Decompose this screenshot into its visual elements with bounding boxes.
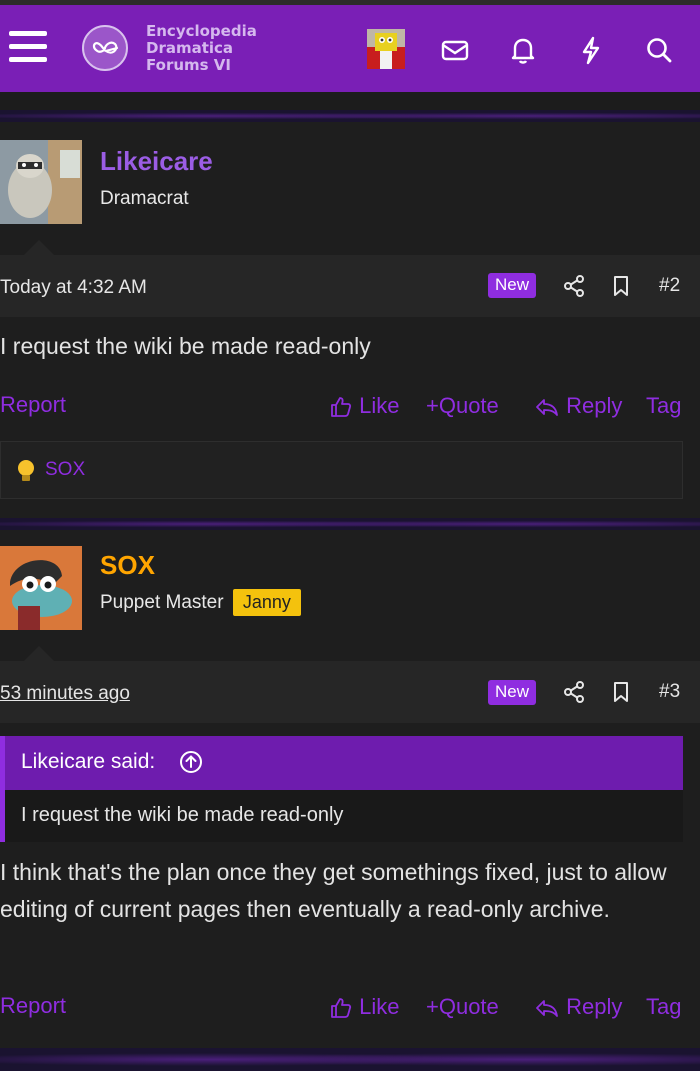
post-meta: Today at 4:32 AM New #2 xyxy=(0,255,700,317)
site-logo-text[interactable]: Encyclopedia Dramatica Forums VI xyxy=(146,23,257,74)
reply-arrow-icon xyxy=(536,399,558,417)
post-timestamp[interactable]: 53 minutes ago xyxy=(0,683,130,705)
post-2: Likeicare Dramacrat Today at 4:32 AM New… xyxy=(0,122,700,518)
post-number[interactable]: #3 xyxy=(659,681,680,703)
menu-icon[interactable] xyxy=(9,31,47,65)
tag-button[interactable]: Tag xyxy=(646,994,681,1020)
reply-label: Reply xyxy=(566,393,623,418)
quote-button[interactable]: +Quote xyxy=(426,994,499,1020)
tag-button[interactable]: Tag xyxy=(646,393,681,419)
bookmark-icon[interactable] xyxy=(612,681,630,708)
user-title-row: Puppet Master Janny xyxy=(100,589,301,616)
like-button[interactable]: Like xyxy=(329,994,399,1020)
logo-line: Forums VI xyxy=(146,56,231,74)
site-logo-icon[interactable] xyxy=(82,25,128,71)
share-icon[interactable] xyxy=(563,680,585,709)
post-body: I think that's the plan once they get so… xyxy=(0,859,667,922)
user-title: Puppet Master xyxy=(100,592,224,613)
new-badge: New xyxy=(488,680,537,705)
share-icon[interactable] xyxy=(563,274,585,303)
new-badge: New xyxy=(488,273,537,298)
quote-header[interactable]: Likeicare said: xyxy=(0,736,683,790)
inbox-envelope-icon[interactable] xyxy=(438,33,472,67)
decorative-separator xyxy=(0,1048,700,1071)
quote-button[interactable]: +Quote xyxy=(426,393,499,419)
reply-label: Reply xyxy=(566,994,623,1019)
lightbulb-reaction-icon[interactable] xyxy=(15,458,37,489)
message-caret xyxy=(24,240,54,255)
decorative-separator xyxy=(0,110,700,122)
reaction-user-link[interactable]: SOX xyxy=(45,459,85,481)
post-3: SOX Puppet Master Janny 53 minutes ago N… xyxy=(0,530,700,1048)
logo-line: Dramatica xyxy=(146,39,234,57)
username[interactable]: SOX xyxy=(100,550,155,581)
thumbs-up-icon xyxy=(331,397,352,418)
user-avatar[interactable] xyxy=(367,29,405,69)
quote-author[interactable]: Likeicare said: xyxy=(21,750,155,774)
reply-arrow-icon xyxy=(536,1000,558,1018)
post-body: I request the wiki be made read-only xyxy=(0,333,371,359)
logo-line: Encyclopedia xyxy=(146,22,257,40)
jump-to-quote-icon[interactable] xyxy=(179,750,203,779)
like-label: Like xyxy=(359,994,400,1019)
avatar[interactable] xyxy=(0,140,82,224)
whats-new-bolt-icon[interactable] xyxy=(574,33,608,67)
message-caret xyxy=(24,646,54,661)
quote-content: I request the wiki be made read-only xyxy=(0,790,683,842)
janny-badge: Janny xyxy=(232,589,301,616)
notifications-bell-icon[interactable] xyxy=(506,33,540,67)
avatar[interactable] xyxy=(0,546,82,630)
reply-button[interactable]: Reply xyxy=(534,994,622,1020)
bookmark-icon[interactable] xyxy=(612,275,630,302)
decorative-separator xyxy=(0,518,700,530)
top-navigation-bar: Encyclopedia Dramatica Forums VI xyxy=(0,0,700,92)
reactions-bar: SOX xyxy=(0,441,683,499)
post-timestamp[interactable]: Today at 4:32 AM xyxy=(0,277,147,299)
post-number[interactable]: #2 xyxy=(659,275,680,297)
quote-text: I request the wiki be made read-only xyxy=(21,804,344,826)
thumbs-up-icon xyxy=(331,998,352,1019)
report-link[interactable]: Report xyxy=(0,993,66,1019)
username[interactable]: Likeicare xyxy=(100,146,213,177)
user-title: Dramacrat xyxy=(100,188,189,209)
post-meta: 53 minutes ago New #3 xyxy=(0,661,700,723)
like-label: Like xyxy=(359,393,400,418)
like-button[interactable]: Like xyxy=(329,393,399,419)
report-link[interactable]: Report xyxy=(0,392,66,418)
search-icon[interactable] xyxy=(642,33,676,67)
reply-button[interactable]: Reply xyxy=(534,393,622,419)
